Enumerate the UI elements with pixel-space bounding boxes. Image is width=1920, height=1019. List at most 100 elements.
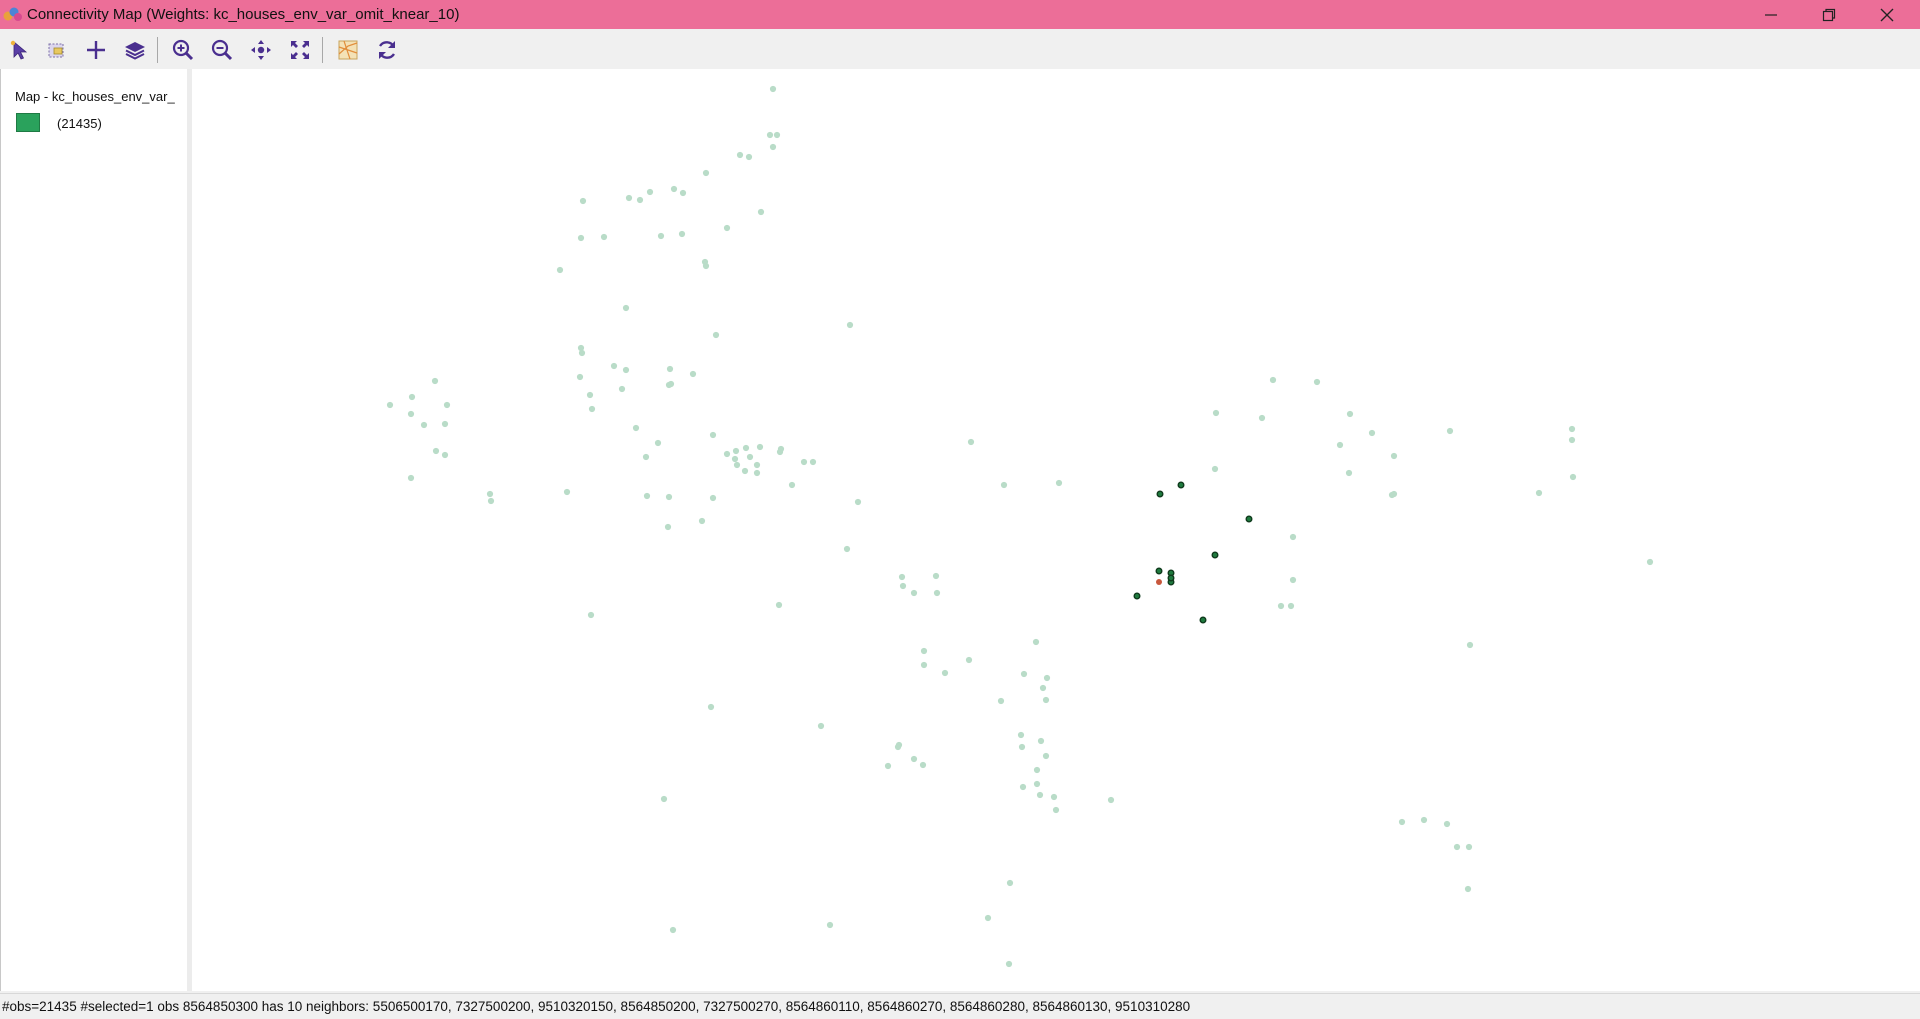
- map-point[interactable]: [1036, 791, 1044, 799]
- map-point[interactable]: [487, 497, 495, 505]
- map-point[interactable]: [702, 262, 710, 270]
- neighbor-point[interactable]: [1133, 592, 1141, 600]
- title-bar[interactable]: Connectivity Map (Weights: kc_houses_env…: [0, 0, 1920, 29]
- map-point[interactable]: [843, 545, 851, 553]
- map-point[interactable]: [665, 493, 673, 501]
- map-point[interactable]: [1017, 731, 1025, 739]
- map-point[interactable]: [707, 703, 715, 711]
- map-point[interactable]: [386, 401, 394, 409]
- map-point[interactable]: [723, 224, 731, 232]
- map-point[interactable]: [910, 589, 918, 597]
- map-point[interactable]: [622, 304, 630, 312]
- map-point[interactable]: [800, 458, 808, 466]
- map-point[interactable]: [773, 131, 781, 139]
- neighbor-point[interactable]: [1167, 574, 1175, 582]
- map-point[interactable]: [709, 431, 717, 439]
- map-point[interactable]: [586, 391, 594, 399]
- map-point[interactable]: [563, 488, 571, 496]
- map-point[interactable]: [588, 405, 596, 413]
- pan-button[interactable]: [246, 36, 276, 64]
- legend-panel[interactable]: Map - kc_houses_env_var_ (21435): [0, 69, 188, 991]
- map-point[interactable]: [579, 197, 587, 205]
- map-point[interactable]: [679, 189, 687, 197]
- map-point[interactable]: [643, 492, 651, 500]
- map-point[interactable]: [1033, 780, 1041, 788]
- map-point[interactable]: [1345, 469, 1353, 477]
- map-point[interactable]: [556, 266, 564, 274]
- map-point[interactable]: [1568, 436, 1576, 444]
- map-point[interactable]: [1042, 696, 1050, 704]
- map-point[interactable]: [702, 169, 710, 177]
- map-point[interactable]: [1043, 674, 1051, 682]
- map-point[interactable]: [1346, 410, 1354, 418]
- map-point[interactable]: [441, 420, 449, 428]
- map-point[interactable]: [408, 393, 416, 401]
- map-point[interactable]: [432, 447, 440, 455]
- map-point[interactable]: [642, 453, 650, 461]
- map-point[interactable]: [1336, 441, 1344, 449]
- select-tool-button[interactable]: [4, 36, 34, 64]
- map-point[interactable]: [1258, 414, 1266, 422]
- map-point[interactable]: [1042, 752, 1050, 760]
- map-point[interactable]: [932, 572, 940, 580]
- map-point[interactable]: [587, 611, 595, 619]
- zoom-in-button[interactable]: [168, 36, 198, 64]
- map-point[interactable]: [910, 755, 918, 763]
- add-button[interactable]: [81, 36, 111, 64]
- map-point[interactable]: [660, 795, 668, 803]
- map-point[interactable]: [1037, 737, 1045, 745]
- map-point[interactable]: [1568, 425, 1576, 433]
- map-point[interactable]: [1269, 376, 1277, 384]
- neighbor-point[interactable]: [1156, 490, 1164, 498]
- map-point[interactable]: [846, 321, 854, 329]
- map-point[interactable]: [1535, 489, 1543, 497]
- map-point[interactable]: [1020, 670, 1028, 678]
- map-point[interactable]: [1211, 465, 1219, 473]
- map-point[interactable]: [618, 385, 626, 393]
- map-point[interactable]: [967, 438, 975, 446]
- map-point[interactable]: [898, 573, 906, 581]
- restore-button[interactable]: [1800, 0, 1858, 29]
- map-point[interactable]: [678, 230, 686, 238]
- neighbor-point[interactable]: [1245, 515, 1253, 523]
- map-point[interactable]: [1039, 684, 1047, 692]
- map-point[interactable]: [670, 185, 678, 193]
- map-point[interactable]: [899, 582, 907, 590]
- map-point[interactable]: [576, 373, 584, 381]
- map-point[interactable]: [884, 762, 892, 770]
- map-point[interactable]: [731, 455, 739, 463]
- map-point[interactable]: [420, 421, 428, 429]
- map-point[interactable]: [407, 474, 415, 482]
- map-point[interactable]: [486, 490, 494, 498]
- legend-swatch[interactable]: [16, 113, 40, 132]
- map-point[interactable]: [753, 461, 761, 469]
- map-point[interactable]: [646, 188, 654, 196]
- map-point[interactable]: [756, 443, 764, 451]
- map-point[interactable]: [431, 377, 439, 385]
- map-point[interactable]: [753, 469, 761, 477]
- neighbor-point[interactable]: [1177, 481, 1185, 489]
- map-point[interactable]: [1289, 533, 1297, 541]
- map-point[interactable]: [941, 669, 949, 677]
- neighbor-point[interactable]: [1211, 551, 1219, 559]
- map-point[interactable]: [1464, 885, 1472, 893]
- map-point[interactable]: [669, 926, 677, 934]
- map-point[interactable]: [984, 914, 992, 922]
- zoom-out-button[interactable]: [207, 36, 237, 64]
- map-point[interactable]: [577, 234, 585, 242]
- map-point[interactable]: [1390, 452, 1398, 460]
- map-point[interactable]: [443, 401, 451, 409]
- map-point[interactable]: [709, 494, 717, 502]
- map-point[interactable]: [757, 208, 765, 216]
- map-point[interactable]: [1646, 558, 1654, 566]
- map-point[interactable]: [788, 481, 796, 489]
- close-button[interactable]: [1858, 0, 1916, 29]
- neighbor-point[interactable]: [1155, 567, 1163, 575]
- map-point[interactable]: [1465, 843, 1473, 851]
- map-point[interactable]: [1388, 491, 1396, 499]
- neighbor-point[interactable]: [1199, 616, 1207, 624]
- map-point[interactable]: [1107, 796, 1115, 804]
- map-point[interactable]: [698, 517, 706, 525]
- map-point[interactable]: [625, 194, 633, 202]
- map-point[interactable]: [723, 450, 731, 458]
